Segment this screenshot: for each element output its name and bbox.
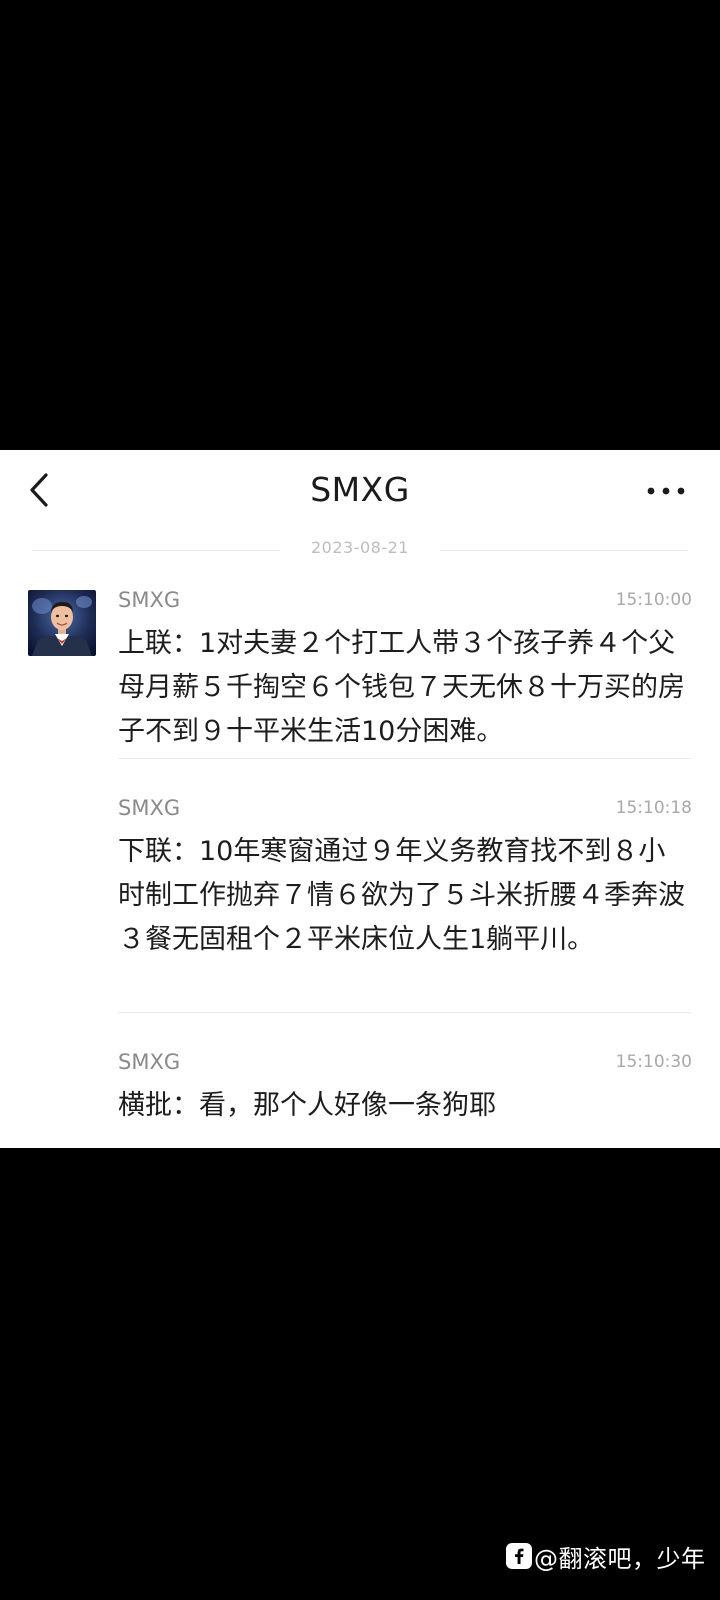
date-separator: 2023-08-21 [0,538,720,564]
message-time: 15:10:30 [615,1052,692,1072]
message-time: 15:10:18 [615,798,692,818]
message-sender: SMXG [118,796,181,820]
message-text: 上联：1对夫妻２个打工人带３个孩子养４个父母月薪５千掏空６个钱包７天无休８十万买… [118,628,685,747]
bottom-black-area [0,1148,720,1600]
chat-screenshot-panel: SMXG 2023-08-21 SMXG 15:10:00 上联：1对夫妻２个打… [0,450,720,1148]
watermark-text: @翻滚吧，少年 [534,1544,706,1573]
message-3[interactable]: SMXG 15:10:30 横批：看，那个人好像一条狗耶 [118,1050,692,1140]
message-sender: SMXG [118,588,181,612]
message-1[interactable]: SMXG 15:10:00 上联：1对夫妻２个打工人带３个孩子养４个父母月薪５千… [118,588,692,748]
message-sender: SMXG [118,1050,181,1074]
date-line-right [440,550,688,551]
chat-header: SMXG [0,450,720,534]
message-divider [118,758,692,759]
date-text: 2023-08-21 [311,538,409,557]
more-horizontal-icon[interactable] [644,476,688,506]
message-2[interactable]: SMXG 15:10:18 下联：10年寒窗通过９年义务教育找不到８小时制工作抛… [118,796,692,1006]
watermark: @翻滚吧，少年 [506,1538,706,1574]
avatar[interactable] [28,590,96,656]
message-text: 下联：10年寒窗通过９年义务教育找不到８小时制工作抛弃７情６欲为了５斗米折腰４季… [118,836,685,955]
chat-title: SMXG [310,470,410,509]
social-logo-icon [506,1543,532,1569]
message-divider [118,1012,692,1013]
message-text: 横批：看，那个人好像一条狗耶 [118,1090,496,1121]
top-black-area [0,0,720,450]
message-time: 15:10:00 [615,590,692,610]
